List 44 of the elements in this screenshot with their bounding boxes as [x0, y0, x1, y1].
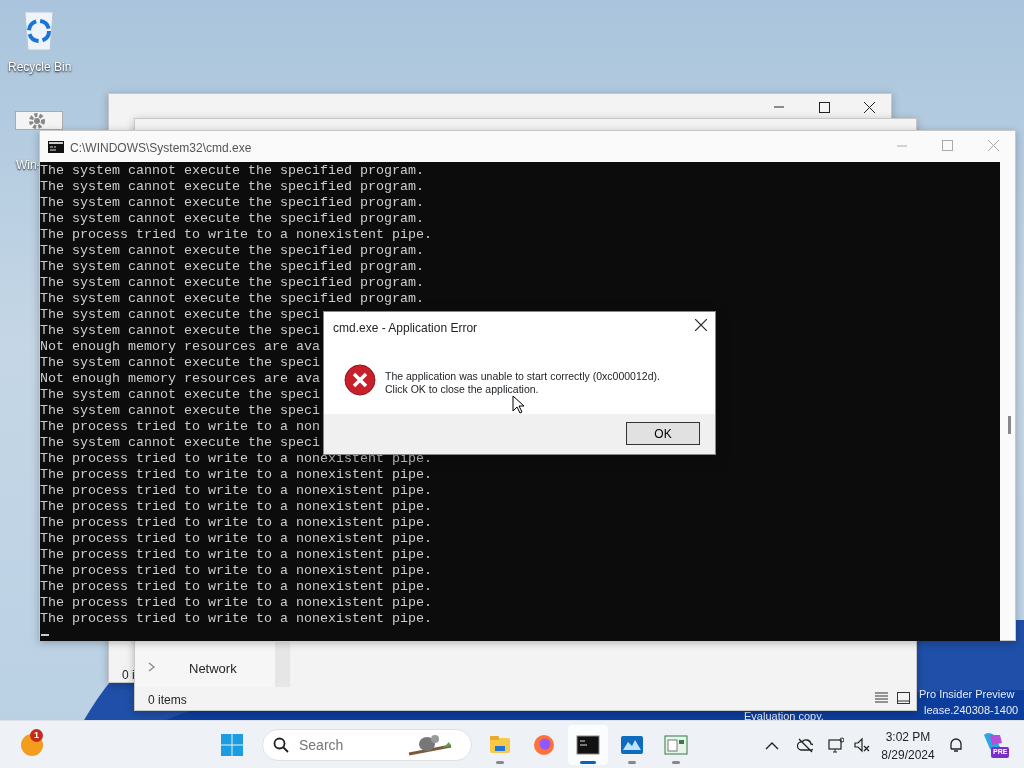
- console-line: The system cannot execute the speci: [40, 387, 320, 403]
- console-line: The system cannot execute the specified program.: [40, 179, 424, 195]
- console-line: The system cannot execute the speci: [40, 307, 320, 323]
- console-line: The system cannot execute the speci: [40, 355, 320, 371]
- console-line: The system cannot execute the specified program.: [40, 275, 424, 291]
- error-message: Click OK to close the application.: [385, 382, 539, 397]
- console-line: The system cannot execute the speci: [40, 435, 320, 451]
- error-message: The application was unable to start correctly (0xc000012d).: [385, 369, 660, 384]
- console-line: The process tried to write to a nonexistent pipe.: [40, 451, 432, 467]
- console-line: The process tried to write to a nonexistent pipe.: [40, 515, 432, 531]
- console-line: The process tried to write to a nonexistent pipe.: [40, 547, 432, 563]
- watermark-text: lease.240308-1400: [924, 703, 1019, 718]
- console-line: The process tried to write to a nonexistent pipe.: [40, 531, 432, 547]
- status-text: 0 items: [148, 692, 187, 709]
- console-line: The process tried to write to a nonexistent pipe.: [40, 611, 432, 627]
- clock-time[interactable]: 3:02 PM: [876, 728, 940, 746]
- console-line: The process tried to write to a nonexistent pipe.: [40, 483, 432, 499]
- notification-badge: 1: [30, 729, 43, 742]
- search-bar[interactable]: Search: [262, 729, 472, 761]
- window-title: C:\WINDOWS\System32\cmd.exe: [70, 140, 252, 157]
- console-line: The process tried to write to a nonexistent pipe.: [40, 595, 432, 611]
- console-line: Not enough memory resources are ava: [40, 339, 320, 355]
- console-line: The system cannot execute the specified program.: [40, 163, 424, 179]
- console-line: The process tried to write to a nonexistent pipe.: [40, 563, 432, 579]
- console-line: The process tried to write to a non: [40, 419, 320, 435]
- console-line: The system cannot execute the speci: [40, 323, 320, 339]
- watermark-text: Pro Insider Preview: [919, 687, 1015, 702]
- console-line: The system cannot execute the specified program.: [40, 259, 424, 275]
- console-line: The process tried to write to a nonexistent pipe.: [40, 579, 432, 595]
- console-line: Not enough memory resources are ava: [40, 371, 320, 387]
- console-line: The process tried to write to a nonexistent pipe.: [40, 227, 432, 243]
- clock-date[interactable]: 8/29/2024: [872, 746, 944, 764]
- console-line: The system cannot execute the specified program.: [40, 243, 424, 259]
- console-line: The system cannot execute the speci: [40, 403, 320, 419]
- nav-item[interactable]: Network: [189, 659, 237, 679]
- dialog-title: cmd.exe - Application Error: [333, 320, 478, 337]
- console-line: The system cannot execute the specified program.: [40, 291, 424, 307]
- console-line: The process tried to write to a nonexistent pipe.: [40, 467, 432, 483]
- console-line: The system cannot execute the specified program.: [40, 211, 424, 227]
- search-input[interactable]: Search: [297, 733, 407, 757]
- console-line: The system cannot execute the specified program.: [40, 195, 424, 211]
- console-line: The process tried to write to a nonexistent pipe.: [40, 499, 432, 515]
- status-text: 0 i: [122, 667, 135, 684]
- ok-button[interactable]: OK: [626, 422, 700, 445]
